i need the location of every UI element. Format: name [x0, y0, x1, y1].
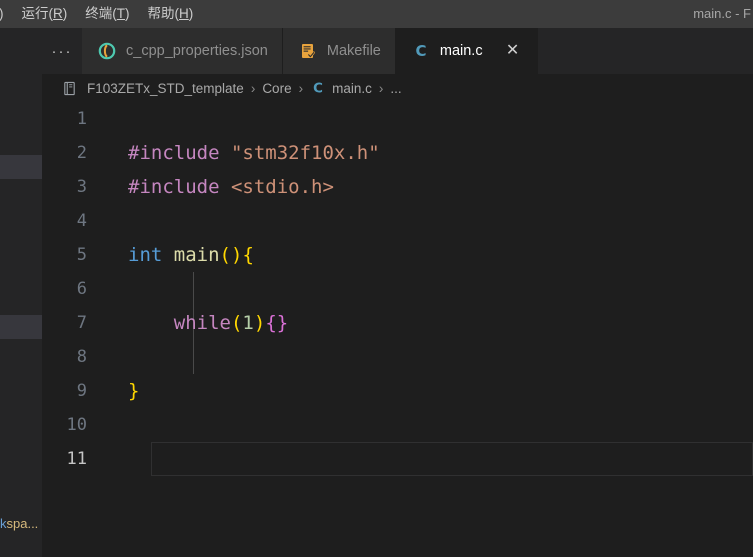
breadcrumb-segment-core[interactable]: Core	[262, 81, 291, 96]
code-token-pre: #include	[128, 176, 220, 198]
code-token-kw: int	[128, 244, 163, 266]
code-line[interactable]: 2 #include "stm32f10x.h"	[42, 136, 753, 170]
svg-text:C: C	[415, 42, 426, 60]
menu-mnemonic-run: R	[53, 6, 63, 21]
code-token-num: 1	[242, 312, 254, 334]
code-lines[interactable]: 1 2 #include "stm32f10x.h" 3 #include <stdio…	[42, 102, 753, 476]
tab-makefile[interactable]: Makefile	[282, 28, 396, 74]
code-line-text[interactable]: #include "stm32f10x.h"	[110, 136, 753, 170]
sidebar-row-highlight-2[interactable]	[0, 315, 42, 339]
c-file-icon: C	[310, 80, 326, 96]
tab-c-cpp-properties-json[interactable]: c_cpp_properties.json	[82, 28, 283, 74]
sidebar-truncated-label[interactable]: kspa...	[0, 516, 42, 531]
code-token-str: <stdio.h>	[230, 176, 334, 198]
breadcrumb-segment-symbol[interactable]: ...	[390, 81, 401, 96]
menu-mnemonic-terminal: T	[116, 6, 125, 21]
breadcrumb-separator: ›	[378, 80, 384, 96]
line-number: 3	[76, 177, 87, 197]
menu-item-terminal[interactable]: 终端(T)	[76, 2, 138, 26]
tabbar-empty-space	[537, 28, 753, 74]
window-title: main.c - F	[693, 6, 751, 21]
code-token-p2: }	[276, 312, 289, 334]
tab-label: main.c	[439, 43, 483, 59]
line-number: 11	[66, 449, 87, 469]
breadcrumb-segment-file[interactable]: main.c	[332, 81, 372, 96]
line-number: 9	[76, 381, 87, 401]
code-token-p1: (	[230, 312, 243, 334]
code-token-p2: {	[265, 312, 277, 334]
sidebar-row-highlight-1[interactable]	[0, 155, 42, 179]
line-number: 7	[76, 313, 87, 333]
code-line-text[interactable]: int main(){	[110, 238, 753, 272]
line-number: 8	[76, 347, 87, 367]
line-number: 5	[76, 245, 87, 265]
sidebar-truncated-label-text: spa...	[6, 516, 39, 531]
title-bar: ) 运行(R) 终端(T) 帮助(H) main.c - F	[0, 0, 753, 28]
code-token-p1: (	[219, 244, 231, 266]
code-token-brace: {	[242, 244, 254, 266]
code-line[interactable]: 1	[42, 102, 753, 136]
close-icon[interactable]: ✕	[503, 41, 523, 61]
code-line[interactable]: 11	[42, 442, 753, 476]
code-line-text[interactable]: while(1){}	[110, 306, 753, 340]
code-line-text[interactable]: #include <stdio.h>	[110, 170, 753, 204]
code-line[interactable]: 7 while(1){}	[42, 306, 753, 340]
code-line[interactable]: 3 #include <stdio.h>	[42, 170, 753, 204]
explorer-sidebar-partial[interactable]: kspa...	[0, 28, 42, 557]
line-number: 4	[76, 211, 87, 231]
menu-mnemonic-help: H	[179, 6, 189, 21]
svg-text:C: C	[313, 81, 323, 96]
line-number: 6	[76, 279, 87, 299]
code-line[interactable]: 10	[42, 408, 753, 442]
code-token-p1: )	[253, 312, 266, 334]
code-token-pre: while	[173, 312, 231, 334]
breadcrumb-separator: ›	[250, 80, 256, 96]
menu-bar: ) 运行(R) 终端(T) 帮助(H)	[0, 0, 202, 28]
code-token-fn: main	[173, 244, 220, 266]
book-outline-icon	[62, 81, 77, 96]
code-line[interactable]: 4	[42, 204, 753, 238]
tab-main-c[interactable]: C main.c ✕	[395, 28, 538, 74]
breadcrumb-segment-project[interactable]: F103ZETx_STD_template	[87, 81, 244, 96]
menu-cut-left: )	[0, 2, 13, 26]
code-line-text[interactable]: }	[110, 374, 753, 408]
c-file-icon: C	[412, 42, 430, 60]
code-editor[interactable]: 1 2 #include "stm32f10x.h" 3 #include <stdio…	[42, 102, 753, 557]
tabs-overflow-button[interactable]: ···	[42, 28, 82, 74]
makefile-icon	[299, 42, 317, 60]
active-line-highlight	[151, 442, 753, 476]
code-line[interactable]: 9}	[42, 374, 753, 408]
json-icon	[98, 42, 116, 60]
code-line[interactable]: 6	[42, 272, 753, 306]
vscode-window: ) 运行(R) 终端(T) 帮助(H) main.c - F kspa... ·…	[0, 0, 753, 557]
code-line[interactable]: 8	[42, 340, 753, 374]
menu-item-help[interactable]: 帮助(H)	[139, 2, 203, 26]
line-number: 10	[66, 415, 87, 435]
line-number: 2	[76, 143, 87, 163]
code-token-pre: #include	[128, 142, 220, 164]
editor-tab-bar: ··· c_cpp_properties.json Makefile C mai…	[42, 28, 753, 74]
breadcrumb-separator: ›	[298, 80, 304, 96]
code-line[interactable]: 5 int main(){	[42, 238, 753, 272]
tab-label: c_cpp_properties.json	[126, 43, 268, 59]
code-token-p1: )	[231, 244, 243, 266]
code-token-brace: }	[128, 380, 140, 402]
breadcrumb: F103ZETx_STD_template › Core › C main.c …	[42, 74, 753, 102]
menu-item-run[interactable]: 运行(R)	[13, 2, 77, 26]
tab-label: Makefile	[326, 43, 381, 59]
line-number: 1	[76, 109, 87, 129]
code-token-str: "stm32f10x.h"	[230, 142, 380, 164]
